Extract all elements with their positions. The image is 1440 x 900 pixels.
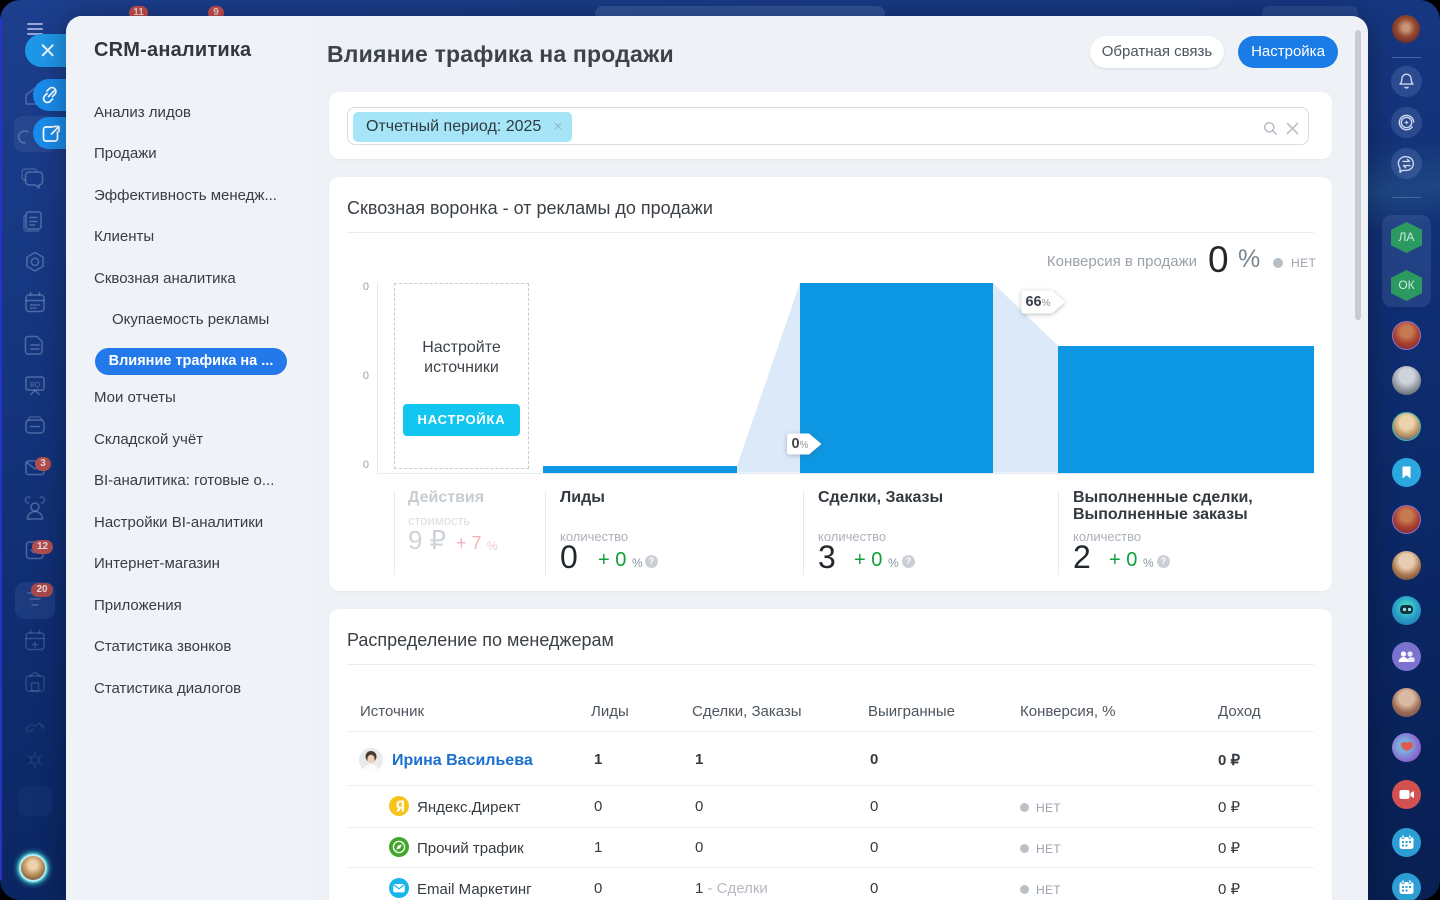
svg-text:BQ: BQ bbox=[30, 382, 41, 389]
